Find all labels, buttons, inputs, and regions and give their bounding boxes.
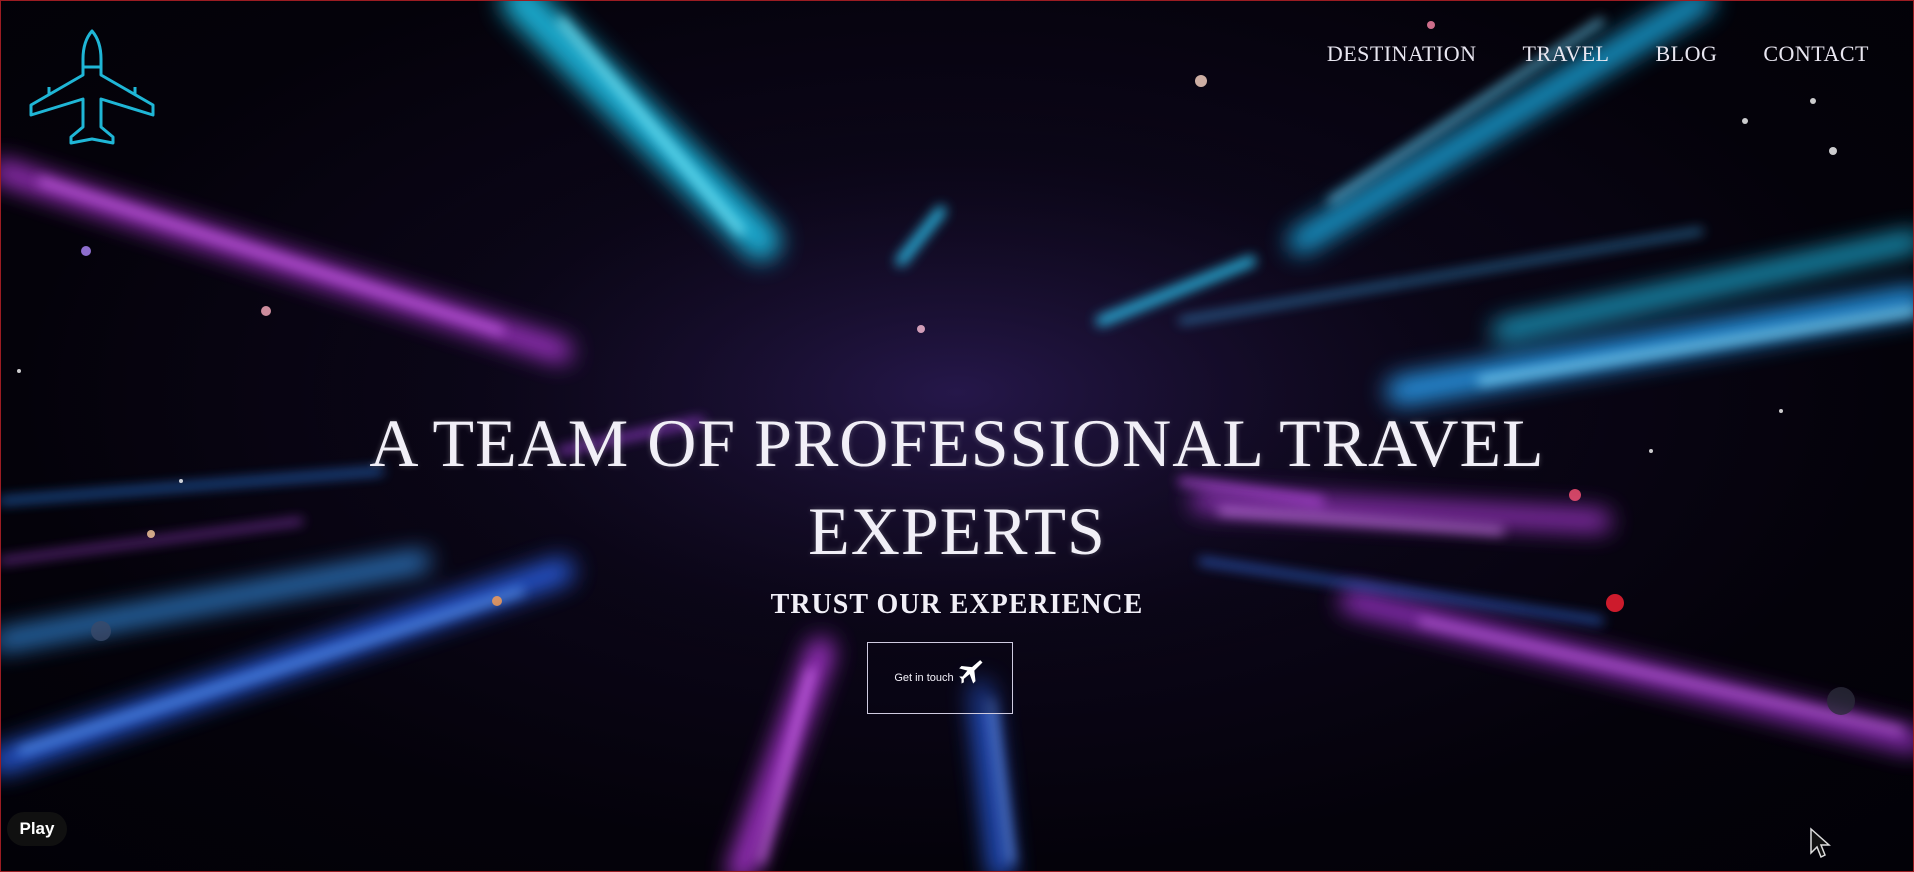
plane-icon — [958, 660, 983, 684]
mouse-cursor-icon — [1810, 827, 1831, 859]
airplane-icon — [29, 29, 155, 145]
nav-destination[interactable]: DESTINATION — [1327, 41, 1477, 67]
get-in-touch-button[interactable]: Get in touch — [867, 642, 1013, 714]
nav-blog[interactable]: BLOG — [1655, 41, 1717, 67]
site-logo[interactable] — [27, 27, 157, 147]
main-nav: DESTINATION TRAVEL BLOG CONTACT — [1327, 41, 1869, 67]
hero-subtitle: TRUST OUR EXPERIENCE — [770, 589, 1144, 620]
play-button[interactable]: Play — [7, 812, 67, 846]
hero-section: A TEAM OF PROFESSIONAL TRAVEL EXPERTS TR… — [1, 399, 1913, 621]
cta-label: Get in touch — [894, 672, 954, 684]
hero-title: A TEAM OF PROFESSIONAL TRAVEL EXPERTS — [369, 405, 1545, 569]
nav-travel[interactable]: TRAVEL — [1523, 41, 1610, 67]
nav-contact[interactable]: CONTACT — [1763, 41, 1869, 67]
hero-video-frame: DESTINATION TRAVEL BLOG CONTACT A TEAM O… — [0, 0, 1914, 872]
